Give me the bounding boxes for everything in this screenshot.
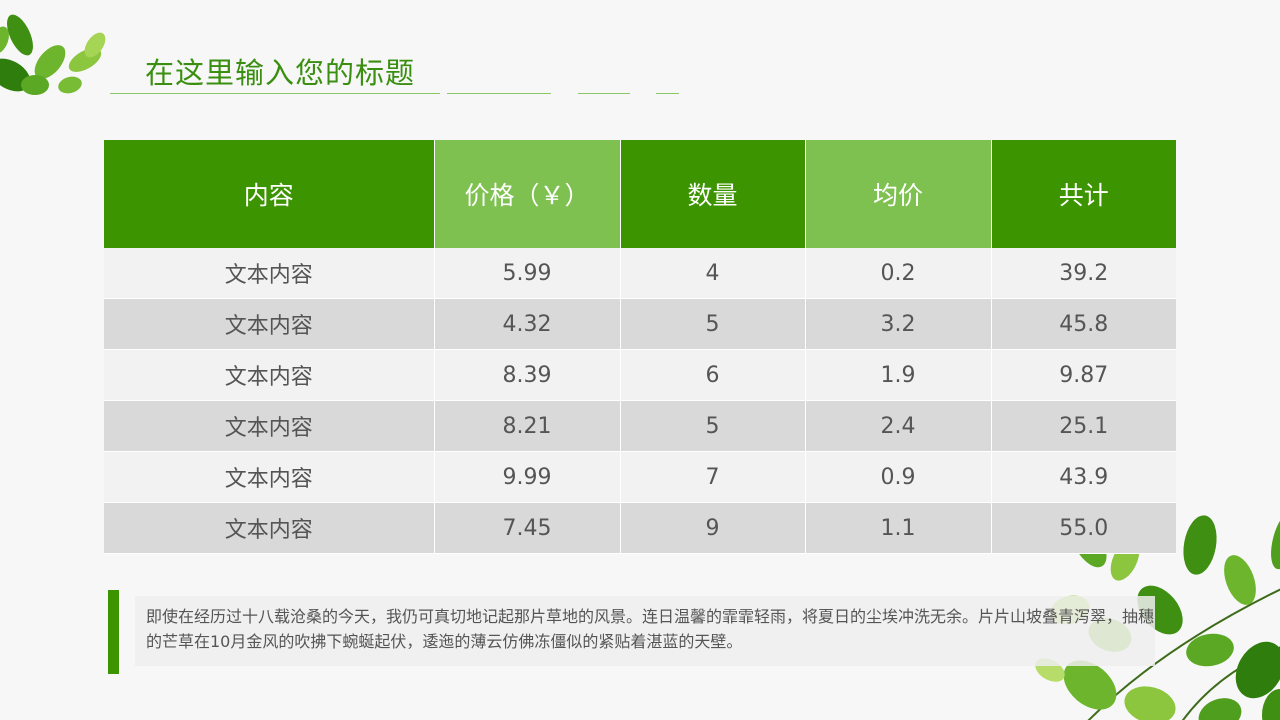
- header-quantity: 数量: [620, 140, 806, 248]
- cell-quantity: 9: [620, 502, 806, 554]
- cell-content: 文本内容: [104, 451, 435, 503]
- cell-price: 8.39: [434, 349, 621, 401]
- cell-content: 文本内容: [104, 349, 435, 401]
- table-row: 文本内容 4.32 5 3.2 45.8: [104, 298, 1176, 350]
- cell-price: 7.45: [434, 502, 621, 554]
- cell-price: 5.99: [434, 248, 621, 299]
- title-underline-segment: [578, 93, 630, 94]
- description-paragraph: 即使在经历过十八载沧桑的今天，我仍可真切地记起那片草地的风景。连日温馨的霏霏轻雨…: [146, 607, 1155, 651]
- cell-price: 8.21: [434, 400, 621, 452]
- table-row: 文本内容 9.99 7 0.9 43.9: [104, 451, 1176, 503]
- cell-content: 文本内容: [104, 298, 435, 350]
- table-row: 文本内容 7.45 9 1.1 55.0: [104, 502, 1176, 554]
- title-underline-segment: [656, 93, 679, 94]
- cell-average-price: 1.1: [805, 502, 992, 554]
- cell-total: 39.2: [991, 248, 1176, 299]
- cell-price: 9.99: [434, 451, 621, 503]
- header-content: 内容: [104, 140, 435, 248]
- table-header-row: 内容 价格（￥） 数量 均价 共计: [104, 140, 1176, 248]
- cell-total: 25.1: [991, 400, 1176, 452]
- header-average-price: 均价: [805, 140, 992, 248]
- header-price: 价格（￥）: [434, 140, 621, 248]
- cell-average-price: 0.2: [805, 248, 992, 299]
- data-table: 内容 价格（￥） 数量 均价 共计 文本内容 5.99 4 0.2 39.2 文…: [104, 140, 1176, 554]
- cell-content: 文本内容: [104, 248, 435, 299]
- cell-total: 45.8: [991, 298, 1176, 350]
- title-underline: [110, 93, 440, 94]
- page-title: 在这里输入您的标题: [145, 56, 416, 90]
- cell-quantity: 7: [620, 451, 806, 503]
- cell-quantity: 6: [620, 349, 806, 401]
- table-row: 文本内容 8.39 6 1.9 9.87: [104, 349, 1176, 401]
- slide: 在这里输入您的标题 内容 价格（￥） 数量 均价 共计 文本内容 5.99 4: [0, 0, 1280, 720]
- cell-quantity: 5: [620, 298, 806, 350]
- cell-average-price: 1.9: [805, 349, 992, 401]
- cell-average-price: 0.9: [805, 451, 992, 503]
- cell-price: 4.32: [434, 298, 621, 350]
- cell-average-price: 3.2: [805, 298, 992, 350]
- cell-content: 文本内容: [104, 502, 435, 554]
- title-underline-segment: [447, 93, 551, 94]
- cell-total: 9.87: [991, 349, 1176, 401]
- cell-content: 文本内容: [104, 400, 435, 452]
- table-row: 文本内容 5.99 4 0.2 39.2: [104, 248, 1176, 299]
- cell-quantity: 4: [620, 248, 806, 299]
- cell-total: 43.9: [991, 451, 1176, 503]
- quote-accent-bar: [108, 590, 119, 674]
- header-total: 共计: [991, 140, 1176, 248]
- table-row: 文本内容 8.21 5 2.4 25.1: [104, 400, 1176, 452]
- cell-average-price: 2.4: [805, 400, 992, 452]
- cell-quantity: 5: [620, 400, 806, 452]
- leaves-icon-top-left: [0, 14, 106, 95]
- cell-total: 55.0: [991, 502, 1176, 554]
